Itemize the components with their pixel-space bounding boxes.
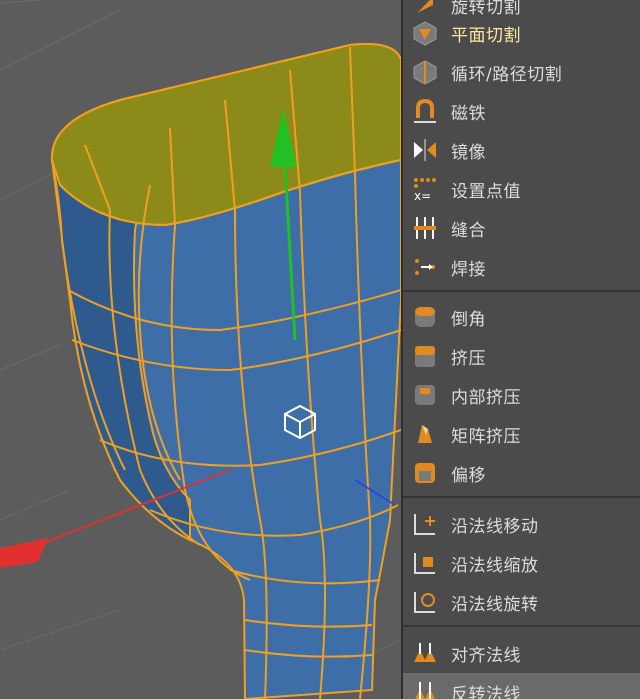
menu-item-bevel[interactable]: 倒角 (403, 298, 640, 336)
menu-item-mirror[interactable]: 镜像 (403, 131, 640, 169)
menu-item-normal-move[interactable]: 沿法线移动 (403, 505, 640, 543)
normal-rotate-icon (411, 588, 439, 616)
menu-item-matrix-extrude[interactable]: 矩阵挤压 (403, 415, 640, 453)
menu-item-label: 对齐法线 (451, 645, 521, 666)
menu-item-offset[interactable]: 偏移 (403, 454, 640, 492)
menu-item-stitch[interactable]: 缝合 (403, 209, 640, 247)
menu-item-weld[interactable]: 焊接 (403, 248, 640, 286)
menu-item-inner-extrude[interactable]: 内部挤压 (403, 376, 640, 414)
inner-extrude-icon (411, 381, 439, 409)
menu-item-label: 平面切割 (451, 25, 521, 46)
loop-cut-icon (411, 58, 439, 86)
x-axis-arrow[interactable] (0, 538, 48, 568)
set-point-value-icon: x= (411, 175, 439, 203)
menu-item-label: 挤压 (451, 348, 486, 369)
menu-item-label: 循环/路径切割 (451, 64, 563, 85)
menu-item-align-normals[interactable]: 对齐法线 (403, 634, 640, 672)
menu-item-plane-cut[interactable]: 平面切割 (403, 14, 640, 52)
viewport-canvas[interactable] (0, 0, 401, 699)
menu-item-label: 偏移 (451, 465, 486, 486)
mesh-tools-menu: 旋转切割 平面切割 循环/路径切割 磁铁 镜像 x= 设置点值 缝合 焊接 倒角… (401, 0, 640, 699)
stitch-icon (411, 214, 439, 242)
svg-text:x=: x= (414, 189, 431, 202)
menu-item-label: 倒角 (451, 309, 486, 330)
align-normals-icon (411, 639, 439, 667)
menu-item-extrude[interactable]: 挤压 (403, 337, 640, 375)
menu-item-label: 矩阵挤压 (451, 426, 521, 447)
menu-item-normal-rotate[interactable]: 沿法线旋转 (403, 583, 640, 621)
normal-scale-icon (411, 549, 439, 577)
menu-item-label: 设置点值 (451, 181, 521, 202)
menu-separator (403, 290, 640, 292)
matrix-extrude-icon (411, 420, 439, 448)
menu-item-set-point-value[interactable]: x= 设置点值 (403, 170, 640, 208)
menu-item-label: 缝合 (451, 220, 486, 241)
plane-cut-icon (411, 19, 439, 47)
menu-item-label: 反转法线 (451, 684, 521, 699)
menu-separator (403, 625, 640, 627)
offset-icon (411, 459, 439, 487)
menu-item-reverse-normals[interactable]: 反转法线 (403, 673, 640, 699)
weld-icon (411, 253, 439, 281)
extrude-icon (411, 342, 439, 370)
menu-item-loop-cut[interactable]: 循环/路径切割 (403, 53, 640, 91)
normal-move-icon (411, 510, 439, 538)
menu-item-label: 沿法线缩放 (451, 555, 539, 576)
bevel-icon (411, 303, 439, 331)
menu-separator (403, 496, 640, 498)
cup-mesh[interactable] (50, 43, 401, 699)
menu-item-label: 沿法线旋转 (451, 594, 539, 615)
menu-item-label: 镜像 (451, 142, 486, 163)
menu-item-label: 沿法线移动 (451, 516, 539, 537)
mirror-icon (411, 136, 439, 164)
app-root: 旋转切割 平面切割 循环/路径切割 磁铁 镜像 x= 设置点值 缝合 焊接 倒角… (0, 0, 640, 699)
menu-item-label: 内部挤压 (451, 387, 521, 408)
menu-item-label: 焊接 (451, 259, 486, 280)
3d-viewport[interactable] (0, 0, 401, 699)
menu-item-normal-scale[interactable]: 沿法线缩放 (403, 544, 640, 582)
reverse-normals-icon (411, 678, 439, 699)
magnet-icon (411, 97, 439, 125)
menu-item-label: 磁铁 (451, 103, 486, 124)
menu-item-magnet[interactable]: 磁铁 (403, 92, 640, 130)
